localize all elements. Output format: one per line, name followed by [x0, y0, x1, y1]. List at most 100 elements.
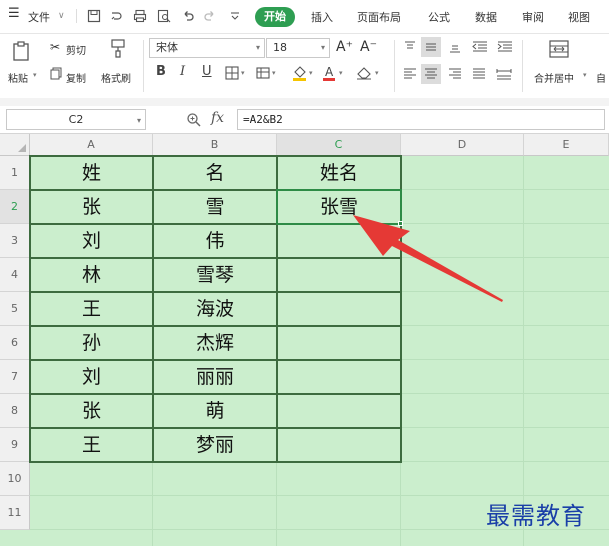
tab-data[interactable]: 数据 — [475, 9, 497, 25]
align-right-icon[interactable] — [448, 67, 462, 81]
chevron-down-icon[interactable]: ▾ — [309, 69, 313, 77]
paste-icon[interactable] — [11, 40, 33, 62]
quick-access-dropdown-icon[interactable] — [228, 9, 242, 23]
border-icon[interactable] — [225, 66, 239, 80]
increase-indent-icon[interactable] — [497, 40, 513, 54]
chevron-down-icon[interactable]: ▾ — [583, 71, 587, 79]
column-header-c[interactable]: C — [277, 134, 401, 156]
cell-c1[interactable]: 姓名 — [277, 156, 401, 190]
align-bottom-icon[interactable] — [448, 40, 462, 54]
cell-a8[interactable]: 张 — [30, 394, 153, 428]
cell-c9[interactable] — [277, 428, 401, 462]
menu-icon[interactable]: ☰ — [8, 6, 20, 21]
find-icon[interactable] — [186, 112, 202, 128]
cell-c7[interactable] — [277, 360, 401, 394]
copy-button[interactable]: 复制 — [66, 70, 86, 85]
cell-b8[interactable]: 萌 — [153, 394, 277, 428]
cell-b4[interactable]: 雪琴 — [153, 258, 277, 292]
save-icon[interactable] — [87, 9, 101, 23]
print-icon[interactable] — [133, 9, 147, 23]
row-header-10[interactable]: 10 — [0, 462, 30, 496]
fill-handle[interactable] — [398, 221, 403, 226]
paste-button[interactable]: 粘贴 — [8, 70, 28, 85]
tab-formulas[interactable]: 公式 — [428, 9, 450, 25]
cut-button[interactable]: 剪切 — [66, 42, 86, 57]
redo-icon[interactable] — [203, 9, 217, 23]
row-header-9[interactable]: 9 — [0, 428, 30, 462]
row-header-1[interactable]: 1 — [0, 156, 30, 190]
underline-button[interactable]: U — [202, 64, 212, 79]
eraser-icon[interactable] — [356, 65, 372, 80]
bold-button[interactable]: B — [156, 64, 166, 79]
column-header-b[interactable]: B — [153, 134, 277, 156]
tab-view[interactable]: 视图 — [568, 9, 590, 25]
font-color-icon[interactable]: A — [322, 64, 336, 81]
align-left-icon[interactable] — [403, 67, 417, 81]
cell-a2[interactable]: 张 — [30, 190, 153, 224]
font-size-select[interactable]: 18 ▾ — [266, 38, 330, 58]
distributed-align-icon[interactable] — [496, 67, 512, 81]
shrink-font-button[interactable]: A⁻ — [360, 39, 377, 55]
font-name-select[interactable]: 宋体 ▾ — [149, 38, 265, 58]
chevron-down-icon[interactable]: ▾ — [241, 69, 245, 77]
align-center-icon[interactable] — [421, 64, 441, 84]
column-header-a[interactable]: A — [30, 134, 153, 156]
print-preview-icon[interactable] — [157, 9, 171, 23]
chevron-down-icon[interactable]: ▾ — [339, 69, 343, 77]
cell-b9[interactable]: 梦丽 — [153, 428, 277, 462]
formula-input[interactable]: =A2&B2 — [237, 109, 605, 130]
tab-review[interactable]: 审阅 — [522, 9, 544, 25]
row-header-4[interactable]: 4 — [0, 258, 30, 292]
ribbon-overflow-label[interactable]: 自 — [596, 70, 606, 85]
cell-b5[interactable]: 海波 — [153, 292, 277, 326]
cell-a3[interactable]: 刘 — [30, 224, 153, 258]
function-button[interactable]: fx — [211, 110, 224, 126]
chevron-down-icon[interactable]: ▾ — [272, 69, 276, 77]
cell-c8[interactable] — [277, 394, 401, 428]
cell-a6[interactable]: 孙 — [30, 326, 153, 360]
row-header-11[interactable]: 11 — [0, 496, 30, 530]
cell-c5[interactable] — [277, 292, 401, 326]
undo-history-icon[interactable] — [109, 9, 123, 23]
file-menu[interactable]: 文件 — [28, 9, 50, 25]
undo-icon[interactable] — [181, 9, 195, 23]
select-all-corner[interactable] — [0, 134, 30, 156]
align-middle-icon[interactable] — [421, 37, 441, 57]
tab-home[interactable]: 开始 — [255, 7, 295, 27]
fill-color-icon[interactable] — [292, 64, 307, 81]
cell-a5[interactable]: 王 — [30, 292, 153, 326]
cell-c6[interactable] — [277, 326, 401, 360]
justify-icon[interactable] — [472, 67, 486, 81]
merge-center-button[interactable]: 合并居中 — [534, 70, 574, 85]
chevron-down-icon[interactable]: ▾ — [375, 69, 379, 77]
row-header-5[interactable]: 5 — [0, 292, 30, 326]
cell-a4[interactable]: 林 — [30, 258, 153, 292]
name-box[interactable]: C2 ▾ — [6, 109, 146, 130]
chevron-down-icon[interactable]: ∨ — [58, 11, 65, 21]
cell-a7[interactable]: 刘 — [30, 360, 153, 394]
cell-a1[interactable]: 姓 — [30, 156, 153, 190]
row-header-3[interactable]: 3 — [0, 224, 30, 258]
cell-b3[interactable]: 伟 — [153, 224, 277, 258]
grow-font-button[interactable]: A⁺ — [336, 39, 353, 55]
tab-insert[interactable]: 插入 — [311, 9, 333, 25]
paste-dropdown-icon[interactable]: ▾ — [33, 71, 37, 79]
row-header-2[interactable]: 2 — [0, 190, 30, 224]
cell-c4[interactable] — [277, 258, 401, 292]
row-header-6[interactable]: 6 — [0, 326, 30, 360]
cell-b7[interactable]: 丽丽 — [153, 360, 277, 394]
cell-c3[interactable] — [277, 224, 401, 258]
cell-style-icon[interactable] — [256, 66, 270, 80]
cell-b2[interactable]: 雪 — [153, 190, 277, 224]
cell-a9[interactable]: 王 — [30, 428, 153, 462]
column-header-e[interactable]: E — [524, 134, 609, 156]
row-header-7[interactable]: 7 — [0, 360, 30, 394]
cell-b1[interactable]: 名 — [153, 156, 277, 190]
format-painter-button[interactable]: 格式刷 — [101, 70, 131, 85]
decrease-indent-icon[interactable] — [472, 40, 488, 54]
italic-button[interactable]: I — [180, 64, 185, 79]
cell-b6[interactable]: 杰辉 — [153, 326, 277, 360]
column-header-d[interactable]: D — [401, 134, 524, 156]
tab-page-layout[interactable]: 页面布局 — [357, 9, 401, 25]
align-top-icon[interactable] — [403, 40, 417, 54]
